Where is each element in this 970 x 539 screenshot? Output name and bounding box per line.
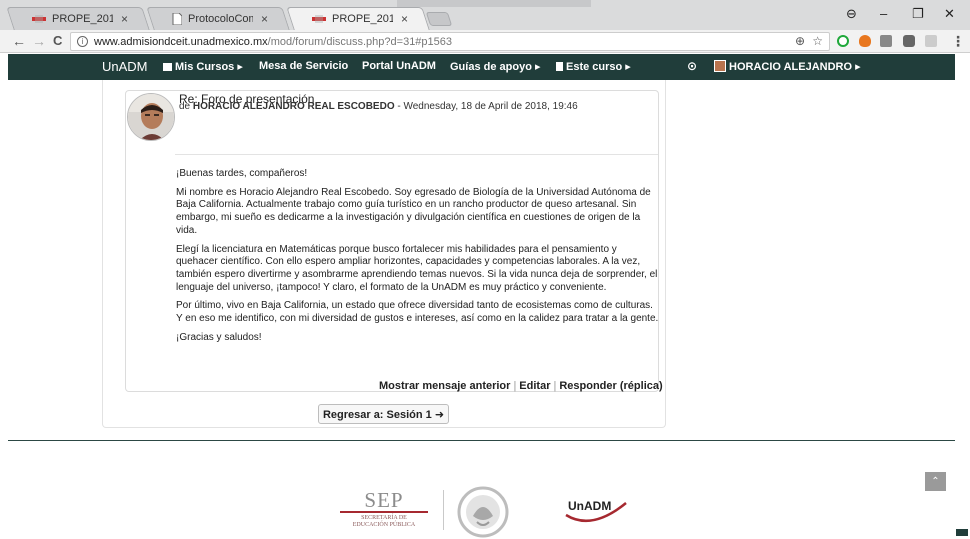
edit-link[interactable]: Editar — [519, 380, 550, 392]
nav-guias-apoyo[interactable]: Guías de apoyo ▸ — [450, 60, 541, 73]
tab-1-close-icon[interactable]: × — [121, 12, 128, 26]
tab-1-label: PROPE_2018_2_CEIT: S1. — [52, 12, 113, 25]
return-button[interactable]: Regresar a: Sesión 1 ➜ — [318, 404, 449, 424]
info-icon[interactable]: i — [77, 36, 88, 47]
tab-3[interactable]: PROPE_2018_2_CEIT: For × — [286, 7, 430, 30]
forward-icon[interactable]: → — [32, 33, 46, 49]
extension-doc-icon[interactable] — [925, 35, 937, 47]
extension-puzzle-icon[interactable] — [903, 35, 915, 47]
user-menu-label: HORACIO ALEJANDRO ▸ — [729, 61, 861, 73]
minimize-icon[interactable]: – — [880, 6, 887, 21]
nav-mesa-servicio[interactable]: Mesa de Servicio — [259, 60, 348, 72]
zoom-icon[interactable]: ⊕ — [795, 34, 805, 48]
tab-3-label: PROPE_2018_2_CEIT: For — [332, 12, 393, 25]
post-paragraph: Por último, vivo en Baja California, un … — [176, 300, 659, 325]
url-host: www.admisiondceit.unadmexico.mx — [94, 35, 268, 48]
post-paragraph: Elegí la licenciatura en Matemáticas por… — [176, 243, 658, 293]
user-menu[interactable]: HORACIO ALEJANDRO ▸ — [714, 60, 861, 73]
site-navbar: UnADM Mis Cursos ▸ Mesa de Servicio Port… — [8, 54, 955, 80]
brand-link[interactable]: UnADM — [102, 59, 148, 74]
document-favicon-icon — [172, 12, 182, 25]
back-icon[interactable]: ← — [12, 33, 26, 49]
tab-2-close-icon[interactable]: × — [261, 12, 268, 26]
tab-1[interactable]: PROPE_2018_2_CEIT: S1. × — [6, 7, 150, 30]
browser-menu-icon[interactable]: ⋮ — [951, 33, 965, 50]
sep-logo[interactable]: SEP SECRETARÍA DE EDUCACIÓN PÚBLICA — [336, 489, 432, 529]
footer-rule — [8, 440, 955, 441]
sep-logo-text: SEP — [364, 488, 404, 512]
forum-favicon-icon — [312, 14, 326, 24]
author-name-link[interactable]: HORACIO ALEJANDRO REAL ESCOBEDO — [193, 101, 395, 112]
forum-favicon-icon — [32, 14, 46, 24]
new-tab-button[interactable] — [425, 12, 453, 26]
user-avatar — [714, 60, 726, 72]
tab-2[interactable]: ProtocoloComunicacion_ × — [146, 7, 290, 30]
sep-logo-subtitle-2: EDUCACIÓN PÚBLICA — [352, 522, 416, 528]
book-icon — [163, 63, 172, 71]
bookmark-star-icon[interactable]: ☆ — [812, 34, 823, 48]
post-paragraph: ¡Gracias y saludos! — [176, 331, 262, 343]
close-window-icon[interactable]: ✕ — [944, 6, 955, 22]
nav-mis-cursos-label: Mis Cursos ▸ — [175, 61, 243, 73]
tab-2-label: ProtocoloComunicacion_ — [188, 12, 253, 25]
action-separator: | — [553, 380, 557, 392]
extension-fire-icon[interactable] — [859, 35, 871, 47]
post-byline: de HORACIO ALEJANDRO REAL ESCOBEDO - Wed… — [179, 101, 578, 112]
nav-mis-cursos[interactable]: Mis Cursos ▸ — [163, 60, 243, 73]
post-paragraph: Mi nombre es Horacio Alejandro Real Esco… — [176, 186, 651, 236]
back-to-top-button[interactable]: ⌃ — [925, 472, 946, 491]
post-actions: Mostrar mensaje anterior | Editar | Responde… — [379, 380, 663, 392]
post-body: ¡Buenas tardes, compañeros! Mi nombre es… — [176, 168, 660, 350]
nav-portal-unadm[interactable]: Portal UnADM — [362, 60, 436, 72]
browser-toolbar: ← → C i www.admisiondceit.unadmexico.mx /… — [0, 30, 970, 53]
address-bar[interactable]: i www.admisiondceit.unadmexico.mx/mod/fo… — [70, 32, 830, 51]
nav-este-curso[interactable]: Este curso ▸ — [556, 60, 631, 73]
post-paragraph: ¡Buenas tardes, compañeros! — [176, 168, 308, 179]
extension-translate-icon[interactable] — [880, 35, 892, 47]
account-icon[interactable]: ⊖ — [846, 6, 857, 22]
reload-icon[interactable]: C — [53, 33, 62, 48]
reply-link[interactable]: Responder (réplica) — [559, 380, 662, 392]
drag-region[interactable] — [397, 0, 591, 7]
restore-icon[interactable]: ❐ — [912, 6, 924, 22]
author-prefix: de — [179, 101, 193, 112]
author-avatar[interactable] — [127, 93, 175, 141]
unadm-logo[interactable]: UnADM — [562, 493, 630, 529]
corner-block — [956, 529, 968, 536]
show-previous-link[interactable]: Mostrar mensaje anterior — [379, 380, 510, 392]
post-date: - Wednesday, 18 de April de 2018, 19:46 — [394, 101, 578, 112]
tab-3-close-icon[interactable]: × — [401, 12, 408, 26]
url-path: /mod/forum/discuss.php?d=31#p1563 — [267, 35, 453, 48]
mexico-seal-icon — [457, 486, 509, 538]
tab-strip: PROPE_2018_2_CEIT: S1. × ProtocoloComuni… — [0, 0, 970, 30]
browser-window: PROPE_2018_2_CEIT: S1. × ProtocoloComuni… — [0, 0, 970, 539]
logo-divider — [443, 490, 444, 530]
notification-icon[interactable]: ⊙ — [687, 59, 697, 73]
action-separator: | — [513, 380, 517, 392]
bookmark-icon — [556, 62, 563, 71]
post-divider — [175, 154, 658, 155]
extension-green-icon[interactable] — [837, 35, 849, 47]
nav-este-curso-label: Este curso ▸ — [566, 61, 631, 73]
unadm-logo-text: UnADM — [568, 499, 611, 513]
sep-logo-subtitle-1: SECRETARÍA DE — [361, 515, 407, 521]
